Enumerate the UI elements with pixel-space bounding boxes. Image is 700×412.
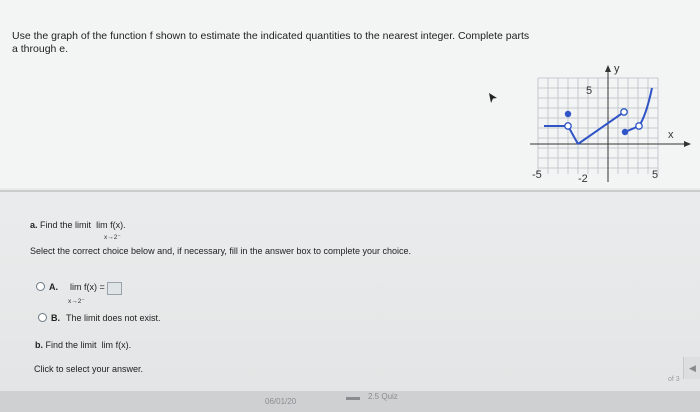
part-a-lim: lim: [96, 220, 108, 230]
choice-a-radio[interactable]: [36, 282, 45, 291]
instruction-text: Select the correct choice below and, if …: [30, 246, 412, 256]
choice-a-expression: f(x) =: [84, 282, 105, 292]
section-divider: [0, 190, 700, 192]
closed-point-1: [564, 110, 572, 118]
x-axis-arrow: [684, 141, 691, 147]
y-axis-label: y: [614, 63, 620, 75]
scroll-left-icon[interactable]: ◀: [683, 357, 700, 379]
footer-quiz-label: 2.5 Quiz: [368, 392, 398, 401]
mouse-cursor-icon: [489, 93, 497, 103]
footer-dash-icon: [346, 397, 360, 400]
part-b-prompt-text: Find the limit: [45, 340, 97, 350]
open-point-2: [620, 108, 628, 116]
part-b-lim: lim: [101, 340, 114, 350]
closed-point-2: [621, 128, 629, 136]
screen: Use the graph of the function f shown to…: [0, 0, 700, 412]
part-a-fx: f(x).: [110, 220, 126, 230]
choice-a-lim: lim: [70, 282, 82, 292]
page-counter: of 3: [668, 376, 680, 383]
part-a-lim-subscript: x→2⁻: [104, 234, 121, 241]
choice-a-letter: A.: [49, 282, 58, 292]
part-a-prompt: a. Find the limit lim f(x). x→2⁻: [30, 220, 126, 241]
footer-date: 06/01/20: [265, 397, 297, 406]
open-point-1: [564, 122, 572, 130]
x-tick-5: 5: [652, 169, 658, 181]
function-graph: y x 5 -5 -2 5: [530, 63, 691, 185]
part-b-prompt: b. Find the limit lim f(x).: [35, 340, 131, 350]
x-tick-neg2: -2: [578, 173, 588, 185]
part-a-label: a.: [30, 220, 38, 230]
footer-bar: [0, 391, 700, 412]
part-a-prompt-text: Find the limit: [40, 220, 92, 230]
question-text: Use the graph of the function f shown to…: [12, 30, 530, 55]
answer-input-box[interactable]: [106, 282, 122, 295]
choice-b[interactable]: B. The limit does not exist.: [38, 313, 161, 323]
choice-b-text: The limit does not exist.: [66, 313, 161, 323]
x-tick-neg5: -5: [532, 169, 542, 181]
click-to-select-answer[interactable]: Click to select your answer.: [34, 364, 143, 374]
y-tick-5: 5: [586, 85, 592, 97]
choice-b-letter: B.: [51, 313, 60, 323]
open-point-3: [635, 122, 643, 130]
part-b-fx: f(x).: [115, 340, 132, 350]
x-axis-label: x: [668, 129, 674, 141]
choice-b-radio[interactable]: [38, 313, 47, 322]
y-axis-arrow: [605, 65, 611, 72]
part-b-label: b.: [35, 340, 43, 350]
choice-a[interactable]: A. lim f(x) = x→2⁻: [36, 282, 122, 305]
choice-a-lim-subscript: x→2⁻: [68, 298, 85, 305]
